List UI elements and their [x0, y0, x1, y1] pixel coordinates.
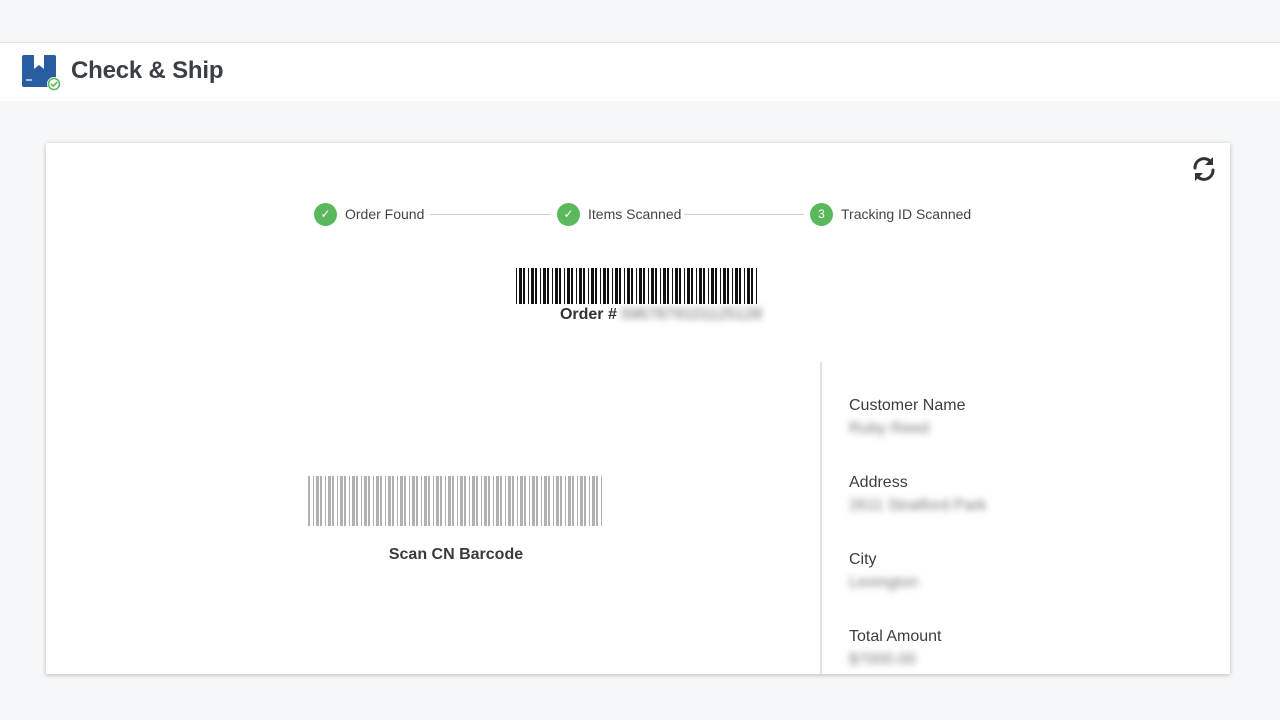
app-title: Check & Ship: [71, 57, 224, 84]
city-row: City Lexington: [849, 551, 1209, 594]
total-amount-value: $7000.00: [849, 651, 916, 668]
check-ship-card: ✓ Order Found ✓ Items Scanned 3 Tracking…: [46, 143, 1230, 674]
step-order-found: ✓ Order Found: [314, 202, 424, 226]
step-items-scanned: ✓ Items Scanned: [557, 202, 681, 226]
city-label: City: [849, 551, 877, 568]
check-icon: ✓: [557, 202, 580, 226]
total-amount-row: Total Amount $7000.00: [849, 628, 1209, 671]
address-label: Address: [849, 474, 908, 491]
total-amount-label: Total Amount: [849, 628, 942, 645]
app-header: Check & Ship: [0, 43, 1280, 101]
step-label: Order Found: [345, 206, 425, 222]
customer-name-row: Customer Name Ruby Reed: [849, 397, 1209, 440]
address-value: 2611 Stratford Park: [849, 497, 987, 514]
order-label: Order #: [559, 306, 617, 323]
city-value: Lexington: [849, 574, 919, 591]
check-icon: ✓: [314, 202, 337, 226]
customer-name-value: Ruby Reed: [849, 420, 930, 437]
order-number: 5967879101125128: [620, 306, 763, 323]
box-check-icon: [22, 55, 61, 91]
step-number: 3: [810, 202, 833, 226]
address-row: Address 2611 Stratford Park: [849, 474, 1209, 517]
vertical-divider: [820, 362, 822, 674]
customer-name-label: Customer Name: [849, 397, 966, 414]
customer-info-panel: Customer Name Ruby Reed Address 2611 Str…: [849, 397, 1209, 705]
step-connector: [430, 214, 550, 215]
step-connector: [684, 214, 804, 215]
step-label: Tracking ID Scanned: [841, 206, 972, 222]
scan-cn-barcode-label: Scan CN Barcode: [388, 546, 524, 563]
refresh-icon[interactable]: [1188, 153, 1220, 185]
browser-top-strip: [0, 0, 1280, 43]
order-number-line: Order #5967879101125128: [46, 306, 1230, 324]
order-barcode: [516, 268, 757, 304]
progress-stepper: ✓ Order Found ✓ Items Scanned 3 Tracking…: [46, 202, 1230, 228]
step-tracking-id: 3 Tracking ID Scanned: [810, 202, 971, 226]
step-label: Items Scanned: [588, 206, 682, 222]
cn-barcode-placeholder: [308, 476, 602, 526]
